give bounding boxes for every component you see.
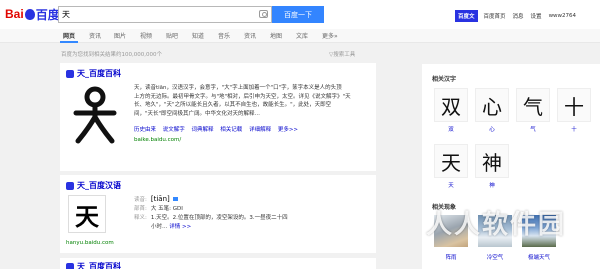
logo-du: 百度 (35, 7, 60, 22)
speaker-icon[interactable] (172, 197, 178, 201)
tab-map[interactable]: 地图 (270, 31, 282, 40)
summary-line: 上方的无边际。最初甲骨文字。与"地"相对，后引申为天空，太空。详见《说文解字》"… (134, 93, 351, 100)
baike-icon (66, 69, 74, 78)
meaning-continued: 小时… (151, 224, 168, 230)
top-right-nav: 百度文 百度首页 消息 设置 www2764 (455, 10, 576, 22)
related-char[interactable]: 气 (516, 88, 550, 122)
settings-link[interactable]: 设置 (531, 12, 542, 20)
tab-zhidao[interactable]: 知道 (192, 31, 204, 40)
related-char[interactable]: 天 (434, 144, 468, 178)
pinyin: [tiān] (150, 195, 170, 203)
result-card-third: 天_百度百科 (60, 258, 376, 269)
tab-wenku[interactable]: 文库 (296, 31, 308, 40)
search-box (58, 6, 272, 23)
search-tools[interactable]: ▽搜索工具 (329, 50, 355, 58)
paw-icon (24, 8, 35, 20)
related-char-label[interactable]: 神 (475, 181, 509, 189)
baidu-logo[interactable]: Bai 百度 (5, 6, 60, 22)
baike-icon (66, 262, 74, 269)
link-details[interactable]: 详细解释 (249, 127, 271, 133)
tab-images[interactable]: 图片 (114, 31, 126, 40)
related-char-label[interactable]: 十 (557, 125, 591, 133)
tab-tieba[interactable]: 贴吧 (166, 31, 178, 40)
related-char[interactable]: 双 (434, 88, 468, 122)
result-title-third[interactable]: 天_百度百科 (66, 261, 121, 269)
related-char-label[interactable]: 心 (475, 125, 509, 133)
link-more[interactable]: 更多>> (278, 127, 298, 133)
link-shuowen[interactable]: 说文解字 (163, 127, 185, 133)
search-button[interactable]: 百度一下 (272, 6, 324, 23)
radical: 大 五笔: GDI (150, 206, 183, 212)
radical-label: 部首: (134, 206, 147, 212)
result-title-text: 天_百度百科 (77, 69, 121, 78)
search-input[interactable] (62, 8, 252, 21)
summary-line: 间，"天长"即空间极其广阔。中华文化对天的解释… (134, 110, 261, 117)
tab-more[interactable]: 更多» (322, 31, 338, 40)
phenomenon-label[interactable]: 冷空气 (475, 253, 515, 261)
hanyu-info: 读音: [tiān] 部首: 大 五笔: GDI 释义: 1.天空。2.位置在顶部的，… (134, 195, 288, 232)
related-char-label[interactable]: 双 (434, 125, 468, 133)
logo-bai: Bai (5, 7, 24, 21)
summary-line: 天，读音tiān，汉语汉字，会意字，"大"字上面加着一个"口"字，篆字本义是人的… (134, 85, 342, 91)
related-chars-title: 相关汉字 (432, 76, 457, 83)
result-url[interactable]: baike.baidu.com/ (134, 137, 181, 143)
meaning-label: 释义: (134, 215, 147, 221)
link-dict[interactable]: 词典解释 (192, 127, 214, 133)
phenomenon-label[interactable]: 极端天气 (519, 253, 559, 261)
home-link[interactable]: 百度首页 (484, 12, 506, 20)
tab-news[interactable]: 资讯 (89, 31, 101, 40)
result-stats: 百度为您找到相关结果约100,000,000个 (61, 52, 162, 58)
header: Bai 百度 百度一下 百度文 百度首页 消息 设置 www2764 (0, 0, 600, 29)
related-char-label[interactable]: 气 (516, 125, 550, 133)
summary-line: 长、地久"，"天"之所以能长且久者，以其不自生也，故能长生。"，此处，天即空 (134, 102, 332, 108)
watermark: 人人软件园 (426, 210, 567, 240)
tab-bar: 网页 资讯 图片 视频 贴吧 知道 音乐 资讯 地图 文库 更多» (0, 29, 600, 43)
result-title-hanyu[interactable]: 天_百度汉语 (66, 180, 121, 191)
result-card-hanyu: 天_百度汉语 天 读音: [tiān] 部首: 大 五笔: GDI 释义: 1.天空。… (60, 175, 376, 253)
tab-music[interactable]: 音乐 (218, 31, 230, 40)
result-url[interactable]: hanyu.baidu.com (66, 240, 114, 246)
result-title-text: 天_百度百科 (77, 262, 121, 269)
baike-links: 历史由来 说文解字 词典解释 相关记载 详细解释 更多>> (134, 125, 303, 133)
hanyu-icon (66, 181, 74, 190)
baike-summary: 天，读音tiān，汉语汉字，会意字，"大"字上面加着一个"口"字，篆字本义是人的… (134, 84, 366, 118)
tab-info[interactable]: 资讯 (244, 31, 256, 40)
baijia-button[interactable]: 百度文 (455, 10, 478, 22)
related-char-label[interactable]: 天 (434, 181, 468, 189)
phenomenon-label[interactable]: 阵雨 (431, 253, 471, 261)
result-title-baike[interactable]: 天_百度百科 (66, 68, 121, 79)
tab-web[interactable]: 网页 (63, 31, 75, 40)
pinyin-label: 读音: (134, 197, 147, 203)
seal-script-image[interactable] (68, 83, 123, 148)
camera-icon[interactable] (259, 10, 268, 18)
result-title-text: 天_百度汉语 (77, 181, 121, 190)
active-tab-indicator (60, 41, 78, 43)
user-name[interactable]: www2764 (549, 13, 577, 19)
link-records[interactable]: 相关记载 (220, 127, 242, 133)
meaning: 1.天空。2.位置在顶部的，凌空架设的。3.一昼夜二十四 (150, 215, 288, 221)
messages-link[interactable]: 消息 (513, 12, 524, 20)
related-char[interactable]: 十 (557, 88, 591, 122)
character-box[interactable]: 天 (68, 195, 106, 233)
related-char[interactable]: 神 (475, 144, 509, 178)
result-card-baike: 天_百度百科 天，读音tiān，汉语汉字，会意字，"大"字上面加着一个"口"字，… (60, 63, 376, 171)
related-char[interactable]: 心 (475, 88, 509, 122)
link-history[interactable]: 历史由来 (134, 127, 156, 133)
tab-video[interactable]: 视频 (140, 31, 152, 40)
detail-link[interactable]: 详情 >> (169, 224, 191, 230)
